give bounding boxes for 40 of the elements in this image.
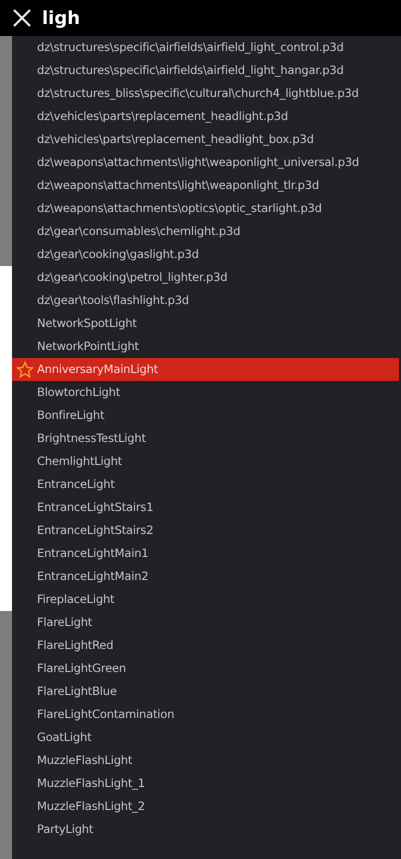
- result-item[interactable]: BlowtorchLight: [12, 381, 399, 404]
- result-item[interactable]: AnniversaryMainLight: [12, 358, 399, 381]
- result-item[interactable]: dz\structures_bliss\specific\cultural\church4_lightblue.p3d: [12, 82, 399, 105]
- result-item[interactable]: EntranceLightMain1: [12, 542, 399, 565]
- result-item[interactable]: NetworkSpotLight: [12, 312, 399, 335]
- result-item[interactable]: dz\weapons\attachments\optics\optic_starlight.p3d: [12, 197, 399, 220]
- result-item[interactable]: PartyLight: [12, 818, 399, 841]
- result-item[interactable]: EntranceLightStairs2: [12, 519, 399, 542]
- scrollbar-thumb[interactable]: [0, 266, 12, 611]
- result-item[interactable]: dz\structures\specific\airfields\airfield_light_control.p3d: [12, 36, 399, 59]
- result-item[interactable]: EntranceLightMain2: [12, 565, 399, 588]
- result-item[interactable]: EntranceLight: [12, 473, 399, 496]
- result-item[interactable]: BonfireLight: [12, 404, 399, 427]
- result-item[interactable]: FlareLight: [12, 611, 399, 634]
- result-item[interactable]: FlareLightGreen: [12, 657, 399, 680]
- result-item[interactable]: BrightnessTestLight: [12, 427, 399, 450]
- close-icon: [13, 9, 31, 27]
- result-item[interactable]: dz\gear\cooking\petrol_lighter.p3d: [12, 266, 399, 289]
- result-item[interactable]: dz\weapons\attachments\light\weaponlight_universal.p3d: [12, 151, 399, 174]
- result-item[interactable]: MuzzleFlashLight: [12, 749, 399, 772]
- result-item[interactable]: FlareLightBlue: [12, 680, 399, 703]
- result-item[interactable]: EntranceLightStairs1: [12, 496, 399, 519]
- result-item[interactable]: dz\gear\tools\flashlight.p3d: [12, 289, 399, 312]
- scrollbar[interactable]: [0, 36, 12, 859]
- result-item[interactable]: dz\gear\cooking\gaslight.p3d: [12, 243, 399, 266]
- search-field[interactable]: ligh: [42, 4, 401, 32]
- result-item[interactable]: FireplaceLight: [12, 588, 399, 611]
- result-item[interactable]: GoatLight: [12, 726, 399, 749]
- result-item[interactable]: NetworkPointLight: [12, 335, 399, 358]
- result-item[interactable]: dz\vehicles\parts\replacement_headlight_box.p3d: [12, 128, 399, 151]
- result-item[interactable]: FlareLightRed: [12, 634, 399, 657]
- star-icon[interactable]: [16, 360, 34, 378]
- result-item[interactable]: FlareLightContamination: [12, 703, 399, 726]
- result-item[interactable]: dz\gear\consumables\chemlight.p3d: [12, 220, 399, 243]
- result-item[interactable]: MuzzleFlashLight_2: [12, 795, 399, 818]
- result-item[interactable]: dz\weapons\attachments\light\weaponlight_tlr.p3d: [12, 174, 399, 197]
- result-item[interactable]: dz\vehicles\parts\replacement_headlight.p3d: [12, 105, 399, 128]
- result-item[interactable]: MuzzleFlashLight_1: [12, 772, 399, 795]
- result-item[interactable]: dz\structures\specific\airfields\airfield_light_hangar.p3d: [12, 59, 399, 82]
- result-item[interactable]: ChemlightLight: [12, 450, 399, 473]
